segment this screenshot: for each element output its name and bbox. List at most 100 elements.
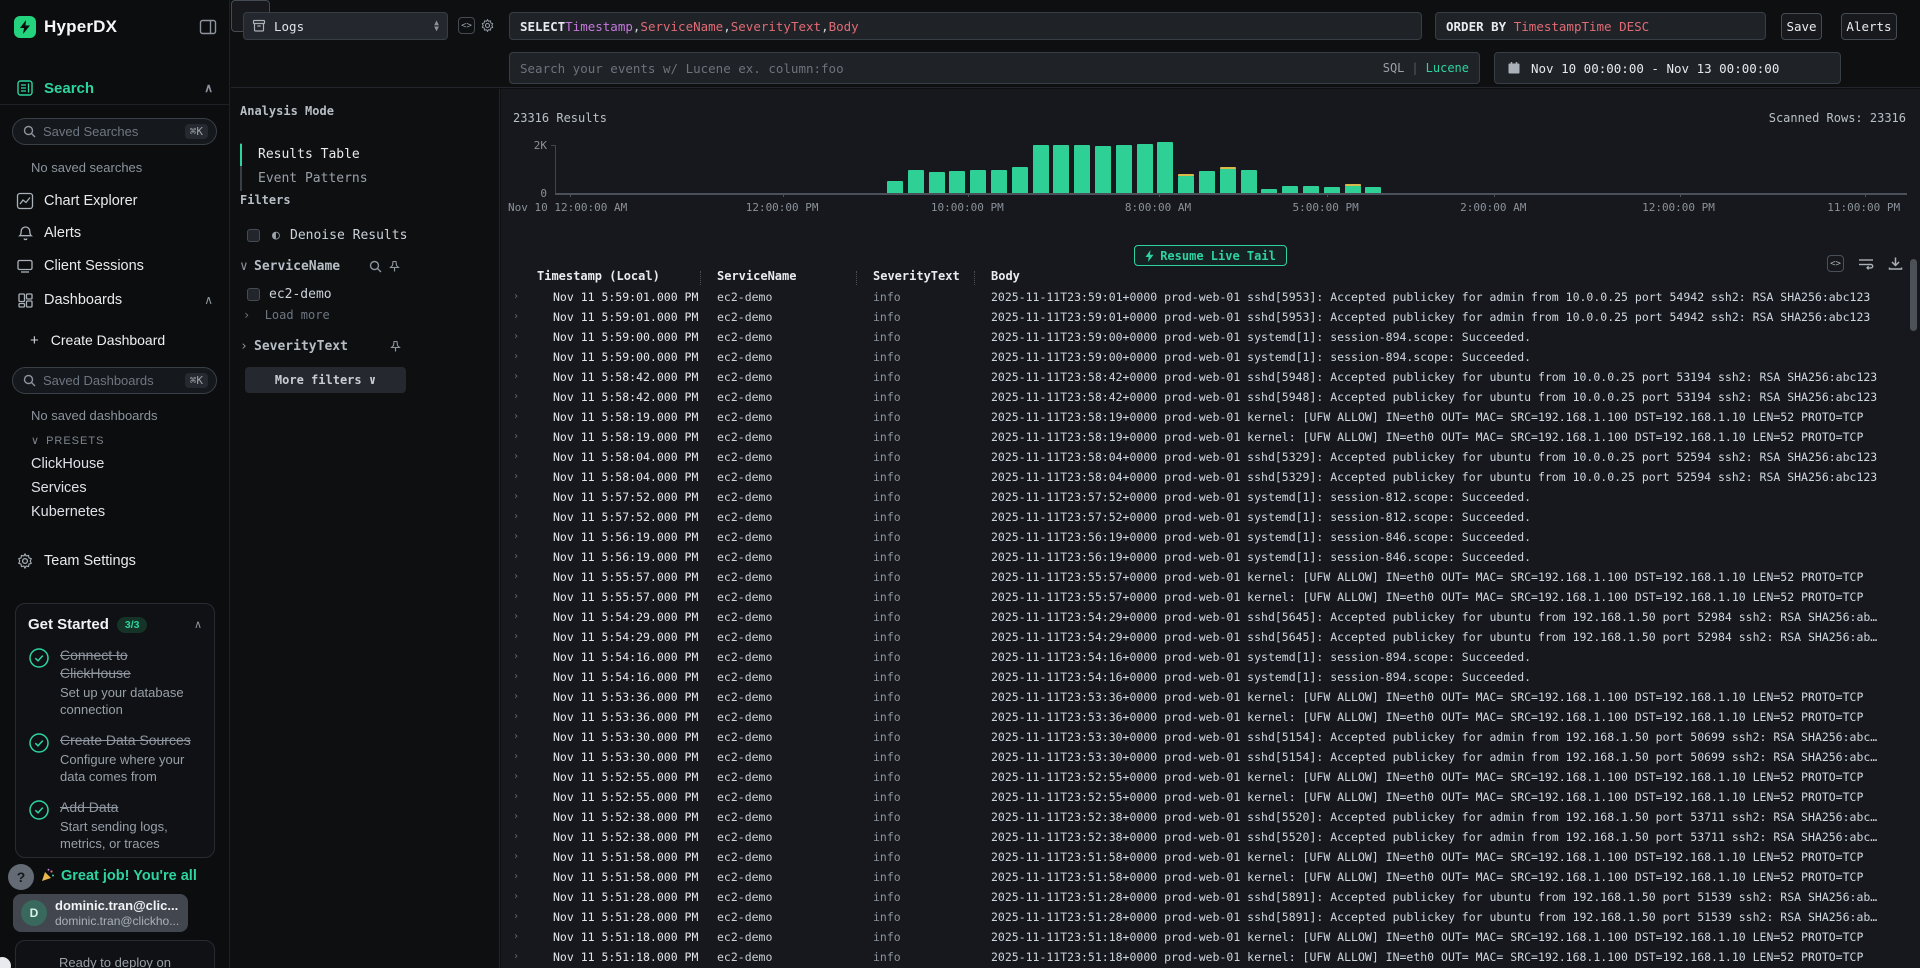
table-row[interactable]: ›Nov 11 5:58:04.000 PMec2-demoinfo2025-1… (501, 447, 1908, 467)
histogram-bar[interactable] (1053, 145, 1069, 193)
wrap-lines-icon[interactable] (1857, 255, 1874, 272)
row-expand-chevron-icon[interactable]: › (501, 407, 533, 427)
row-expand-chevron-icon[interactable]: › (501, 887, 533, 907)
row-expand-chevron-icon[interactable]: › (501, 487, 533, 507)
download-icon[interactable] (1887, 255, 1904, 272)
table-row[interactable]: ›Nov 11 5:52:38.000 PMec2-demoinfo2025-1… (501, 827, 1908, 847)
row-expand-chevron-icon[interactable]: › (501, 947, 533, 967)
table-row[interactable]: ›Nov 11 5:51:28.000 PMec2-demoinfo2025-1… (501, 887, 1908, 907)
code-view-button[interactable]: <> (458, 17, 475, 34)
inspect-code-icon[interactable]: <> (1827, 255, 1844, 272)
table-row[interactable]: ›Nov 11 5:58:42.000 PMec2-demoinfo2025-1… (501, 367, 1908, 387)
row-expand-chevron-icon[interactable]: › (501, 547, 533, 567)
row-expand-chevron-icon[interactable]: › (501, 687, 533, 707)
table-row[interactable]: ›Nov 11 5:55:57.000 PMec2-demoinfo2025-1… (501, 587, 1908, 607)
table-row[interactable]: ›Nov 11 5:52:38.000 PMec2-demoinfo2025-1… (501, 807, 1908, 827)
row-expand-chevron-icon[interactable]: › (501, 627, 533, 647)
histogram-bar[interactable] (1241, 170, 1257, 193)
table-row[interactable]: ›Nov 11 5:52:55.000 PMec2-demoinfo2025-1… (501, 787, 1908, 807)
table-row[interactable]: ›Nov 11 5:51:28.000 PMec2-demoinfo2025-1… (501, 907, 1908, 927)
row-expand-chevron-icon[interactable]: › (501, 647, 533, 667)
table-row[interactable]: ›Nov 11 5:53:30.000 PMec2-demoinfo2025-1… (501, 727, 1908, 747)
row-expand-chevron-icon[interactable]: › (501, 787, 533, 807)
histogram-bar[interactable] (1012, 167, 1028, 193)
histogram-bar[interactable] (1345, 186, 1361, 193)
filter-group-severitytext[interactable]: ›SeverityText (240, 339, 348, 354)
select-query-input[interactable]: SELECT Timestamp,ServiceName,SeverityTex… (509, 12, 1422, 40)
histogram-bar[interactable] (1365, 187, 1381, 193)
table-row[interactable]: ›Nov 11 5:51:18.000 PMec2-demoinfo2025-1… (501, 927, 1908, 947)
create-dashboard-button[interactable]: + Create Dashboard (30, 330, 165, 350)
row-expand-chevron-icon[interactable]: › (501, 667, 533, 687)
alerts-button[interactable]: Alerts (1841, 13, 1897, 40)
row-expand-chevron-icon[interactable]: › (501, 567, 533, 587)
preset-item-kubernetes[interactable]: Kubernetes (31, 504, 105, 524)
table-row[interactable]: ›Nov 11 5:57:52.000 PMec2-demoinfo2025-1… (501, 487, 1908, 507)
gear-icon[interactable] (479, 17, 496, 34)
denoise-label[interactable]: Denoise Results (290, 228, 407, 243)
histogram-bar[interactable] (1199, 171, 1215, 193)
table-row[interactable]: ›Nov 11 5:54:29.000 PMec2-demoinfo2025-1… (501, 627, 1908, 647)
sidebar-collapse-icon[interactable] (199, 18, 217, 36)
histogram-bar[interactable] (991, 170, 1007, 193)
row-expand-chevron-icon[interactable]: › (501, 827, 533, 847)
save-button[interactable]: Save (1781, 13, 1822, 40)
lang-toggle-sql[interactable]: SQL (1383, 61, 1405, 75)
pin-icon[interactable] (389, 340, 402, 353)
col-body[interactable]: Body (991, 269, 1908, 283)
row-expand-chevron-icon[interactable]: › (501, 287, 533, 307)
sidebar-item-client-sessions[interactable]: Client Sessions (0, 253, 229, 279)
table-row[interactable]: ›Nov 11 5:58:19.000 PMec2-demoinfo2025-1… (501, 427, 1908, 447)
histogram-bar[interactable] (929, 172, 945, 193)
row-expand-chevron-icon[interactable]: › (501, 767, 533, 787)
source-select[interactable]: Logs ▲▼ (243, 12, 448, 40)
denoise-checkbox[interactable] (247, 229, 260, 242)
presets-header[interactable]: ∨ PRESETS (31, 434, 104, 447)
row-expand-chevron-icon[interactable]: › (501, 467, 533, 487)
table-row[interactable]: ›Nov 11 5:53:36.000 PMec2-demoinfo2025-1… (501, 707, 1908, 727)
table-row[interactable]: ›Nov 11 5:54:16.000 PMec2-demoinfo2025-1… (501, 647, 1908, 667)
service-option-checkbox[interactable] (247, 288, 260, 301)
preset-item-services[interactable]: Services (31, 480, 87, 500)
scrollbar[interactable] (1910, 259, 1917, 964)
histogram-bar[interactable] (908, 170, 924, 193)
analysis-mode-event-patterns[interactable]: Event Patterns (242, 167, 368, 191)
service-option-label[interactable]: ec2-demo (269, 287, 332, 302)
histogram-bar[interactable] (1282, 186, 1298, 193)
get-started-item[interactable]: Create Data SourcesConfigure where your … (28, 732, 202, 785)
load-more-link[interactable]: › Load more (243, 308, 330, 322)
histogram-bar[interactable] (1157, 142, 1173, 193)
table-row[interactable]: ›Nov 11 5:57:52.000 PMec2-demoinfo2025-1… (501, 507, 1908, 527)
table-row[interactable]: ›Nov 11 5:59:00.000 PMec2-demoinfo2025-1… (501, 327, 1908, 347)
row-expand-chevron-icon[interactable]: › (501, 747, 533, 767)
date-range-picker[interactable]: Nov 10 00:00:00 - Nov 13 00:00:00 (1494, 52, 1841, 84)
row-expand-chevron-icon[interactable]: › (501, 587, 533, 607)
analysis-mode-results-table[interactable]: Results Table (242, 143, 368, 167)
saved-dashboards-input[interactable]: Saved Dashboards ⌘K (12, 367, 217, 394)
row-expand-chevron-icon[interactable]: › (501, 907, 533, 927)
histogram-bar[interactable] (1261, 189, 1277, 193)
row-expand-chevron-icon[interactable]: › (501, 707, 533, 727)
row-expand-chevron-icon[interactable]: › (501, 527, 533, 547)
table-row[interactable]: ›Nov 11 5:51:58.000 PMec2-demoinfo2025-1… (501, 847, 1908, 867)
row-expand-chevron-icon[interactable]: › (501, 367, 533, 387)
chevron-up-icon[interactable]: ∧ (204, 293, 213, 307)
histogram-bar[interactable] (970, 170, 986, 193)
scrollbar-thumb[interactable] (1910, 259, 1917, 331)
chevron-up-icon[interactable]: ∧ (204, 81, 213, 95)
preset-item-clickhouse[interactable]: ClickHouse (31, 456, 104, 476)
row-expand-chevron-icon[interactable]: › (501, 507, 533, 527)
pin-icon[interactable] (388, 260, 401, 273)
table-row[interactable]: ›Nov 11 5:54:29.000 PMec2-demoinfo2025-1… (501, 607, 1908, 627)
row-expand-chevron-icon[interactable]: › (501, 927, 533, 947)
row-expand-chevron-icon[interactable]: › (501, 347, 533, 367)
help-button[interactable]: ? (8, 864, 34, 890)
table-row[interactable]: ›Nov 11 5:56:19.000 PMec2-demoinfo2025-1… (501, 527, 1908, 547)
row-expand-chevron-icon[interactable]: › (501, 847, 533, 867)
row-expand-chevron-icon[interactable]: › (501, 807, 533, 827)
histogram-bar[interactable] (949, 171, 965, 193)
filter-group-servicename[interactable]: ∨ServiceName (240, 259, 340, 274)
get-started-item[interactable]: Add DataStart sending logs, metrics, or … (28, 799, 202, 852)
histogram-bar[interactable] (1033, 145, 1049, 193)
histogram-bar[interactable] (887, 181, 903, 193)
